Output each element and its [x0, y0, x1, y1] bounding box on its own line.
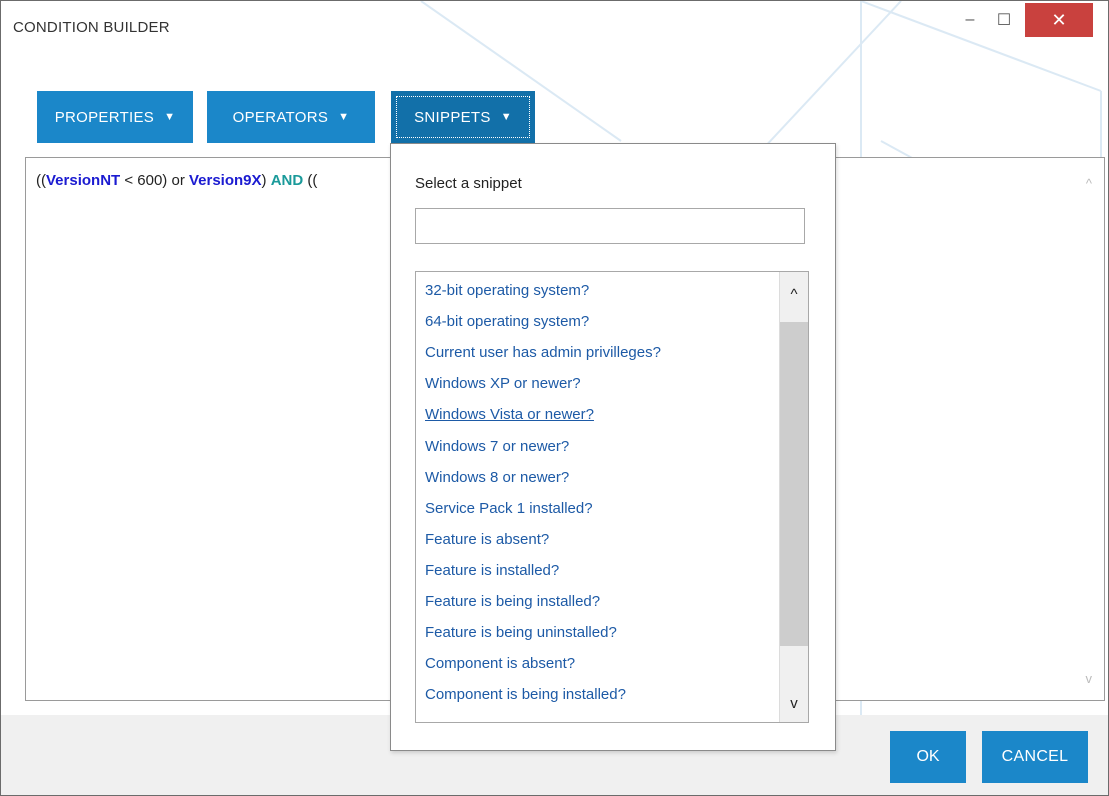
snippet-list-item[interactable]: Windows XP or newer? — [425, 375, 581, 392]
properties-dropdown-button[interactable]: PROPERTIES ▼ — [37, 91, 193, 143]
window-title: CONDITION BUILDER — [13, 19, 170, 36]
snippets-dropdown-button[interactable]: SNIPPETS ▼ — [391, 91, 535, 143]
caret-down-icon: ▼ — [338, 111, 350, 123]
operators-dropdown-button[interactable]: OPERATORS ▼ — [207, 91, 375, 143]
snippet-list-item[interactable]: Windows 8 or newer? — [425, 469, 569, 486]
editor-scroll-down-icon[interactable]: v — [1086, 671, 1093, 686]
expr-text: (( — [303, 172, 318, 189]
snippet-list-scrollbar[interactable]: ^ v — [779, 272, 808, 722]
condition-expression: ((VersionNT < 600) or Version9X) AND (( — [36, 172, 317, 189]
snippet-list-item[interactable]: 64-bit operating system? — [425, 313, 589, 330]
and-keyword: AND — [270, 172, 304, 189]
minimize-button[interactable]: – — [953, 1, 987, 39]
condition-builder-window: CONDITION BUILDER – ☐ ✕ PROPERTIES ▼ OPE… — [0, 0, 1109, 796]
close-button[interactable]: ✕ — [1025, 3, 1093, 37]
snippet-list-item[interactable]: Windows 7 or newer? — [425, 438, 569, 455]
expr-text: ) — [261, 172, 271, 189]
snippet-list-item[interactable]: Feature is absent? — [425, 531, 549, 548]
snippet-list-item[interactable]: Service Pack 1 installed? — [425, 500, 593, 517]
property-token: Version9X — [188, 172, 262, 189]
editor-scroll-up-icon[interactable]: ^ — [1086, 176, 1092, 191]
property-token: VersionNT — [46, 172, 121, 189]
snippet-search-input[interactable] — [415, 208, 805, 244]
snippets-popup: Select a snippet ^ v 32-bit operating sy… — [390, 143, 836, 751]
scroll-down-icon[interactable]: v — [780, 695, 808, 712]
caret-down-icon: ▼ — [164, 111, 176, 123]
snippet-list[interactable]: ^ v 32-bit operating system? 64-bit opera… — [415, 271, 809, 723]
snippet-list-item[interactable]: 32-bit operating system? — [425, 282, 589, 299]
scroll-up-icon[interactable]: ^ — [780, 286, 808, 303]
expr-text: < 600) or — [120, 172, 189, 189]
snippet-list-item[interactable]: Component is absent? — [425, 655, 575, 672]
snippet-list-item[interactable]: Feature is being installed? — [425, 593, 600, 610]
maximize-button[interactable]: ☐ — [987, 1, 1021, 39]
snippet-list-item[interactable]: Windows Vista or newer? — [425, 406, 594, 423]
snippet-list-item[interactable]: Component is being installed? — [425, 686, 626, 703]
snippet-list-item[interactable]: Feature is being uninstalled? — [425, 624, 617, 641]
cancel-button[interactable]: CANCEL — [982, 731, 1088, 783]
operators-label: OPERATORS — [232, 108, 329, 126]
expr-text: (( — [36, 172, 46, 189]
scrollbar-thumb[interactable] — [780, 322, 808, 646]
select-snippet-label: Select a snippet — [415, 175, 522, 192]
ok-button[interactable]: OK — [890, 731, 966, 783]
focus-outline — [396, 96, 530, 138]
snippet-list-item[interactable]: Feature is installed? — [425, 562, 559, 579]
snippet-list-item[interactable]: Current user has admin privilleges? — [425, 344, 661, 361]
properties-label: PROPERTIES — [54, 108, 155, 126]
